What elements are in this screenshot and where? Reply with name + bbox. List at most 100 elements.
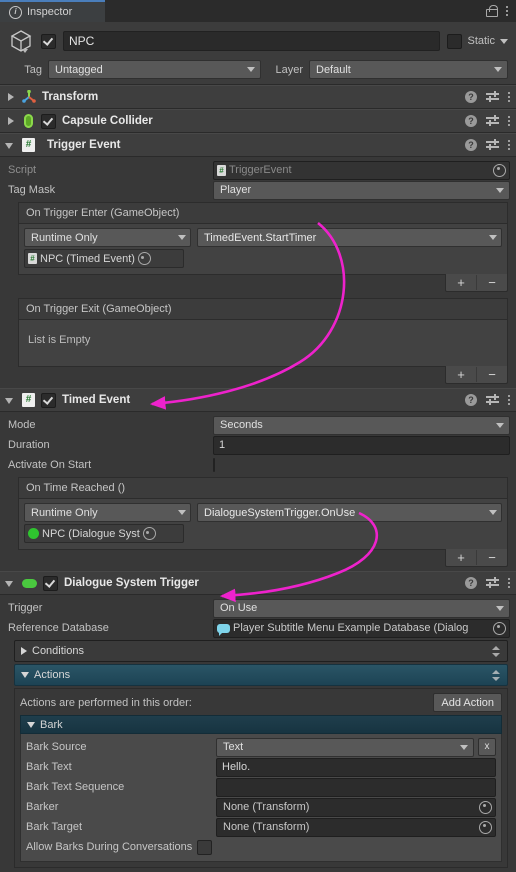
add-action-button[interactable]: Add Action: [433, 693, 502, 712]
component-header-trigger-event[interactable]: # Trigger Event ?: [0, 133, 516, 157]
object-picker-icon[interactable]: [142, 527, 156, 540]
tag-layer-row: Tag Untagged Layer Default: [8, 60, 508, 79]
property-row-bark-source: Bark Source Text x: [26, 737, 496, 757]
cs-script-icon: #: [22, 393, 35, 407]
section-conditions[interactable]: Conditions: [14, 640, 508, 662]
action-header-bark[interactable]: Bark: [20, 715, 502, 734]
chevron-down-icon: [496, 187, 504, 193]
component-enabled-checkbox[interactable]: [41, 392, 56, 408]
remove-bark-source-button[interactable]: x: [478, 738, 496, 756]
tag-dropdown[interactable]: Untagged: [48, 60, 261, 79]
property-row-bark-text-sequence: Bark Text Sequence: [26, 777, 496, 797]
remove-event-button[interactable]: −: [476, 550, 507, 565]
component-header-capsule-collider[interactable]: Capsule Collider ?: [0, 109, 516, 133]
foldout-arrow-icon[interactable]: [5, 395, 16, 406]
tag-mask-dropdown[interactable]: Player: [213, 180, 510, 200]
add-event-button[interactable]: +: [446, 550, 476, 565]
component-header-transform[interactable]: Transform ?: [0, 85, 516, 109]
preset-icon[interactable]: [486, 577, 499, 589]
chevron-down-icon[interactable]: [500, 38, 508, 44]
event-mode-dropdown[interactable]: Runtime Only: [24, 228, 191, 247]
property-row-script: Script # TriggerEvent: [0, 160, 516, 180]
event-function-value: TimedEvent.StartTimer: [204, 231, 317, 244]
kebab-menu-icon[interactable]: [508, 395, 510, 405]
remove-event-button[interactable]: −: [476, 275, 507, 290]
preset-icon[interactable]: [486, 91, 499, 103]
component-title: Trigger Event: [47, 139, 121, 151]
property-row-bark-target: Bark Target None (Transform): [26, 817, 496, 837]
mode-dropdown[interactable]: Seconds: [213, 415, 510, 435]
activate-on-start-checkbox[interactable]: [213, 458, 215, 472]
reorder-handle-icon[interactable]: [492, 669, 501, 682]
add-event-button[interactable]: +: [446, 275, 476, 290]
gameobject-active-checkbox[interactable]: [41, 33, 56, 49]
foldout-arrow-icon[interactable]: [5, 140, 16, 151]
object-picker-icon[interactable]: [493, 621, 506, 635]
property-field: [216, 777, 496, 797]
duration-input[interactable]: 1: [213, 435, 510, 455]
tag-label: Tag: [24, 63, 42, 76]
reference-database-object-field[interactable]: Player Subtitle Menu Example Database (D…: [213, 618, 510, 638]
event-target-object-field[interactable]: # NPC (Timed Event): [24, 249, 184, 268]
help-icon[interactable]: ?: [465, 577, 477, 589]
bark-source-dropdown[interactable]: Text: [216, 737, 474, 757]
object-picker-icon[interactable]: [493, 163, 506, 177]
trigger-dropdown[interactable]: On Use: [213, 598, 510, 618]
kebab-menu-icon[interactable]: [508, 92, 510, 102]
event-function-dropdown[interactable]: DialogueSystemTrigger.OnUse: [197, 503, 502, 522]
event-function-dropdown[interactable]: TimedEvent.StartTimer: [197, 228, 502, 247]
tab-bar-actions: [486, 0, 516, 22]
static-checkbox[interactable]: [447, 33, 463, 49]
preset-icon[interactable]: [486, 394, 499, 406]
unity-event-title: On Time Reached (): [18, 477, 508, 498]
foldout-arrow-icon[interactable]: [5, 116, 16, 127]
unity-event-target-row: # NPC (Timed Event): [24, 249, 502, 268]
component-header-timed-event[interactable]: # Timed Event ?: [0, 388, 516, 412]
reorder-handle-icon[interactable]: [492, 645, 501, 658]
preset-icon[interactable]: [486, 139, 499, 151]
help-icon[interactable]: ?: [465, 91, 477, 103]
component-header-dialogue-system-trigger[interactable]: Dialogue System Trigger ?: [0, 571, 516, 595]
barker-object-field[interactable]: None (Transform): [216, 797, 496, 817]
bark-text-input[interactable]: Hello.: [216, 757, 496, 777]
tab-bar-spacer: [105, 0, 486, 22]
component-enabled-checkbox[interactable]: [41, 113, 56, 129]
property-field: Player: [213, 180, 510, 200]
help-icon[interactable]: ?: [465, 115, 477, 127]
static-control[interactable]: Static: [447, 33, 508, 49]
help-icon[interactable]: ?: [465, 139, 477, 151]
component-enabled-checkbox[interactable]: [43, 575, 58, 591]
unity-event-footer: + −: [18, 549, 508, 567]
property-label: Tag Mask: [8, 184, 56, 196]
allow-barks-checkbox[interactable]: [197, 839, 213, 855]
remove-event-button[interactable]: −: [476, 367, 507, 382]
foldout-arrow-icon[interactable]: [5, 92, 16, 103]
foldout-arrow-icon[interactable]: [5, 578, 16, 589]
help-icon[interactable]: ?: [465, 394, 477, 406]
property-field: [213, 458, 510, 472]
object-picker-icon[interactable]: [479, 820, 492, 834]
object-picker-icon[interactable]: [479, 800, 492, 814]
tab-inspector[interactable]: i Inspector: [0, 0, 105, 22]
object-picker-icon[interactable]: [137, 252, 151, 265]
property-field: [197, 839, 213, 855]
chevron-down-icon: [178, 510, 186, 515]
bark-text-sequence-input[interactable]: [216, 777, 496, 797]
kebab-menu-icon[interactable]: [508, 116, 510, 126]
kebab-menu-icon[interactable]: [508, 578, 510, 588]
actions-panel: Actions are performed in this order: Add…: [14, 688, 508, 868]
unity-event-footer: + −: [18, 274, 508, 292]
gameobject-name-input[interactable]: NPC: [63, 31, 441, 51]
kebab-menu-icon[interactable]: [506, 6, 508, 16]
property-label: Reference Database: [8, 622, 109, 634]
property-field: On Use: [213, 598, 510, 618]
add-event-button[interactable]: +: [446, 367, 476, 382]
event-mode-dropdown[interactable]: Runtime Only: [24, 503, 191, 522]
preset-icon[interactable]: [486, 115, 499, 127]
section-actions[interactable]: Actions: [14, 664, 508, 686]
kebab-menu-icon[interactable]: [508, 140, 510, 150]
event-target-object-field[interactable]: NPC (Dialogue Syst: [24, 524, 184, 543]
lock-icon[interactable]: [486, 5, 498, 17]
bark-target-object-field[interactable]: None (Transform): [216, 817, 496, 837]
layer-dropdown[interactable]: Default: [309, 60, 508, 79]
